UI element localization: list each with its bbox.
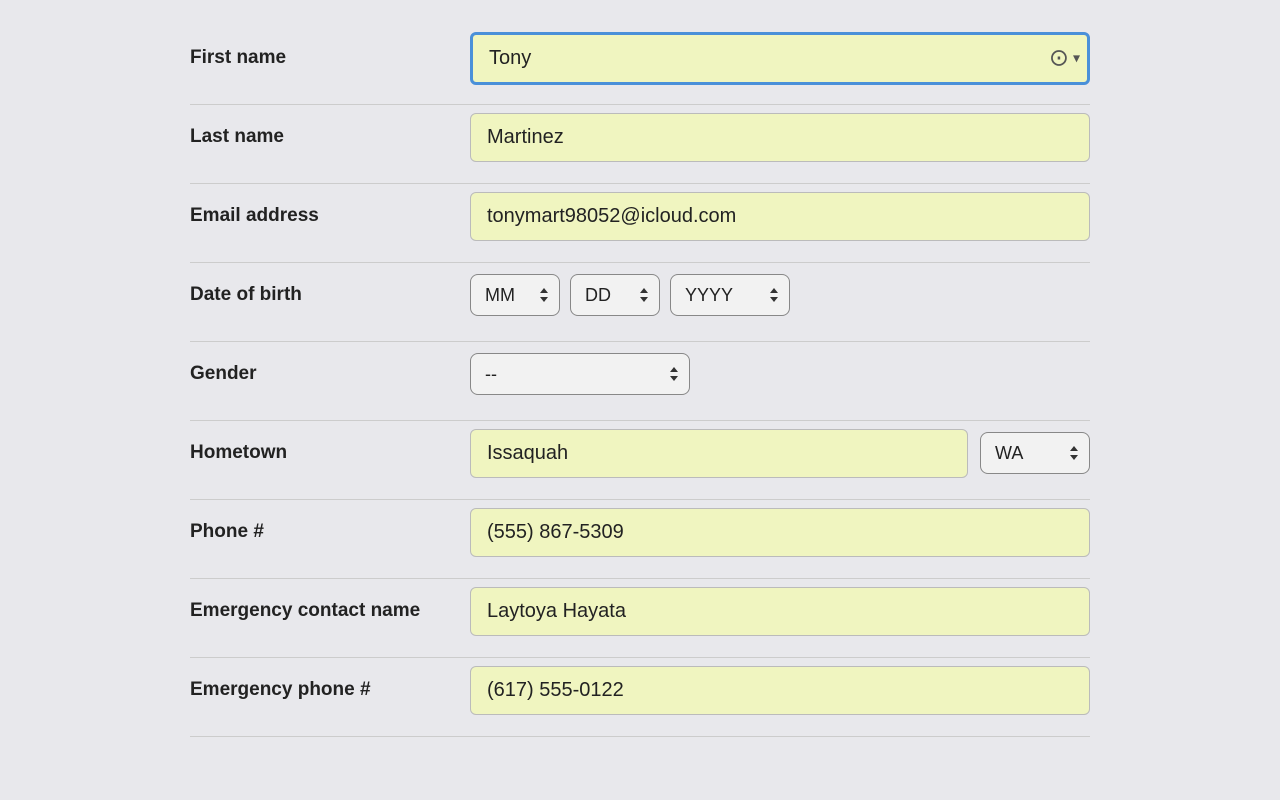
divider-2 bbox=[190, 183, 1090, 184]
dob-row: Date of birth MM 010203 040506 070809 10… bbox=[190, 267, 1090, 323]
last-name-field bbox=[470, 113, 1090, 162]
first-name-input[interactable] bbox=[470, 32, 1090, 85]
hometown-row: Hometown WA ALAKAZ CACOCT FLGAHI IDILIN … bbox=[190, 425, 1090, 481]
divider-4 bbox=[190, 341, 1090, 342]
divider-6 bbox=[190, 499, 1090, 500]
phone-field bbox=[470, 508, 1090, 557]
hometown-field: WA ALAKAZ CACOCT FLGAHI IDILIN ORTXNY bbox=[470, 429, 1090, 478]
phone-input[interactable] bbox=[470, 508, 1090, 557]
hometown-label: Hometown bbox=[190, 442, 470, 464]
gender-select[interactable]: -- Male Female Non-binary Prefer not to … bbox=[470, 353, 690, 395]
first-name-wrapper: ⊙ ▾ bbox=[470, 32, 1090, 85]
emergency-phone-row: Emergency phone # bbox=[190, 662, 1090, 718]
divider-3 bbox=[190, 262, 1090, 263]
chevron-down-icon: ▾ bbox=[1073, 50, 1080, 67]
emergency-phone-input[interactable] bbox=[470, 666, 1090, 715]
dob-day-select[interactable]: DD 010203 040506 070809 101112 131415 16… bbox=[570, 274, 660, 316]
last-name-label: Last name bbox=[190, 126, 470, 148]
divider-8 bbox=[190, 657, 1090, 658]
last-name-row: Last name bbox=[190, 109, 1090, 165]
profile-form: First name ⊙ ▾ Last name Email address D… bbox=[190, 30, 1090, 737]
gender-field: -- Male Female Non-binary Prefer not to … bbox=[470, 353, 1090, 395]
hometown-inputs: WA ALAKAZ CACOCT FLGAHI IDILIN ORTXNY bbox=[470, 429, 1090, 478]
divider-1 bbox=[190, 104, 1090, 105]
email-input[interactable] bbox=[470, 192, 1090, 241]
email-row: Email address bbox=[190, 188, 1090, 244]
first-name-label: First name bbox=[190, 47, 470, 69]
emergency-name-field bbox=[470, 587, 1090, 636]
dob-selects: MM 010203 040506 070809 101112 DD 010203… bbox=[470, 274, 1090, 316]
emergency-phone-label: Emergency phone # bbox=[190, 679, 470, 701]
email-label: Email address bbox=[190, 205, 470, 227]
first-name-row: First name ⊙ ▾ bbox=[190, 30, 1090, 86]
divider-5 bbox=[190, 420, 1090, 421]
dob-month-select[interactable]: MM 010203 040506 070809 101112 bbox=[470, 274, 560, 316]
dob-field: MM 010203 040506 070809 101112 DD 010203… bbox=[470, 274, 1090, 316]
avatar-button[interactable]: ⊙ ▾ bbox=[1049, 44, 1080, 73]
phone-label: Phone # bbox=[190, 521, 470, 543]
gender-row: Gender -- Male Female Non-binary Prefer … bbox=[190, 346, 1090, 402]
emergency-name-input[interactable] bbox=[470, 587, 1090, 636]
phone-row: Phone # bbox=[190, 504, 1090, 560]
dob-label: Date of birth bbox=[190, 284, 470, 306]
hometown-input[interactable] bbox=[470, 429, 968, 478]
emergency-phone-field bbox=[470, 666, 1090, 715]
last-name-input[interactable] bbox=[470, 113, 1090, 162]
divider-9 bbox=[190, 736, 1090, 737]
emergency-name-row: Emergency contact name bbox=[190, 583, 1090, 639]
emergency-name-label: Emergency contact name bbox=[190, 600, 470, 622]
state-select[interactable]: WA ALAKAZ CACOCT FLGAHI IDILIN ORTXNY bbox=[980, 432, 1090, 474]
gender-label: Gender bbox=[190, 363, 470, 385]
divider-7 bbox=[190, 578, 1090, 579]
first-name-field: ⊙ ▾ bbox=[470, 32, 1090, 85]
dob-year-select[interactable]: YYYY 200019991998 199019801970 bbox=[670, 274, 790, 316]
avatar-circle-icon: ⊙ bbox=[1049, 44, 1069, 73]
email-field bbox=[470, 192, 1090, 241]
